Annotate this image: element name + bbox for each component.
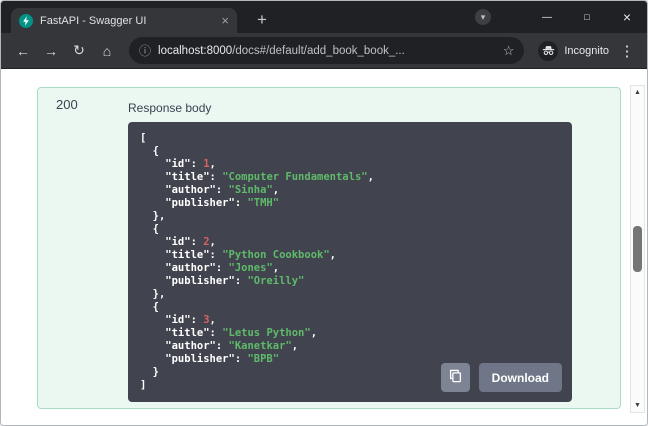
- response-actions: Download: [440, 363, 562, 392]
- new-tab-button[interactable]: +: [249, 7, 275, 33]
- incognito-label: Incognito: [564, 44, 609, 57]
- arrow-down-circle-icon[interactable]: ▾: [475, 9, 491, 25]
- page-content: 200 Response body [ { "id": 1, "title": …: [1, 69, 647, 425]
- scroll-up-icon[interactable]: ▲: [631, 86, 644, 99]
- site-info-icon[interactable]: ⓘ: [139, 42, 151, 59]
- browser-tab[interactable]: FastAPI - Swagger UI ×: [11, 8, 237, 33]
- browser-toolbar: ← → ↻ ⌂ ⓘ localhost:8000/docs#/default/a…: [1, 33, 647, 69]
- window-controls: — □ ×: [527, 1, 647, 33]
- scrollbar-thumb[interactable]: [633, 226, 642, 272]
- download-response-button[interactable]: Download: [478, 363, 562, 392]
- incognito-icon: [538, 40, 559, 61]
- browser-window: FastAPI - Swagger UI × + ▾ — □ × ← → ↻ ⌂…: [0, 0, 648, 426]
- maximize-button[interactable]: □: [567, 1, 607, 33]
- address-bar[interactable]: ⓘ localhost:8000/docs#/default/add_book_…: [129, 37, 525, 64]
- browser-menu-icon[interactable]: ⋮: [617, 39, 637, 63]
- forward-button[interactable]: →: [39, 39, 63, 63]
- response-body-label: Response body: [128, 101, 212, 115]
- tab-strip: FastAPI - Swagger UI × + ▾ — □ ×: [1, 1, 647, 33]
- response-body-code-block: [ { "id": 1, "title": "Computer Fundamen…: [128, 122, 572, 402]
- response-column: Response body [ { "id": 1, "title": "Com…: [128, 101, 572, 402]
- tab-title: FastAPI - Swagger UI: [40, 14, 147, 27]
- bookmark-star-icon[interactable]: ☆: [503, 43, 515, 59]
- response-section-panel: 200 Response body [ { "id": 1, "title": …: [37, 87, 621, 409]
- back-button[interactable]: ←: [11, 39, 35, 63]
- minimize-button[interactable]: —: [527, 1, 567, 33]
- response-status-code: 200: [56, 97, 78, 112]
- page-url: localhost:8000/docs#/default/add_book_bo…: [158, 45, 405, 57]
- incognito-badge: Incognito: [538, 40, 609, 61]
- page-scrollbar[interactable]: ▲ ▼: [630, 85, 645, 413]
- home-button[interactable]: ⌂: [95, 39, 119, 63]
- fastapi-favicon-icon: [19, 13, 33, 28]
- tab-close-icon[interactable]: ×: [221, 14, 229, 27]
- window-close-button[interactable]: ×: [607, 1, 647, 33]
- copy-response-button[interactable]: [440, 363, 470, 392]
- url-path: /docs#/default/add_book_book_...: [232, 44, 405, 57]
- url-host: localhost:8000: [158, 44, 233, 57]
- clipboard-icon: [448, 368, 463, 388]
- reload-button[interactable]: ↻: [67, 39, 91, 63]
- response-body-code: [ { "id": 1, "title": "Computer Fundamen…: [140, 132, 374, 391]
- scroll-down-icon[interactable]: ▼: [631, 399, 644, 412]
